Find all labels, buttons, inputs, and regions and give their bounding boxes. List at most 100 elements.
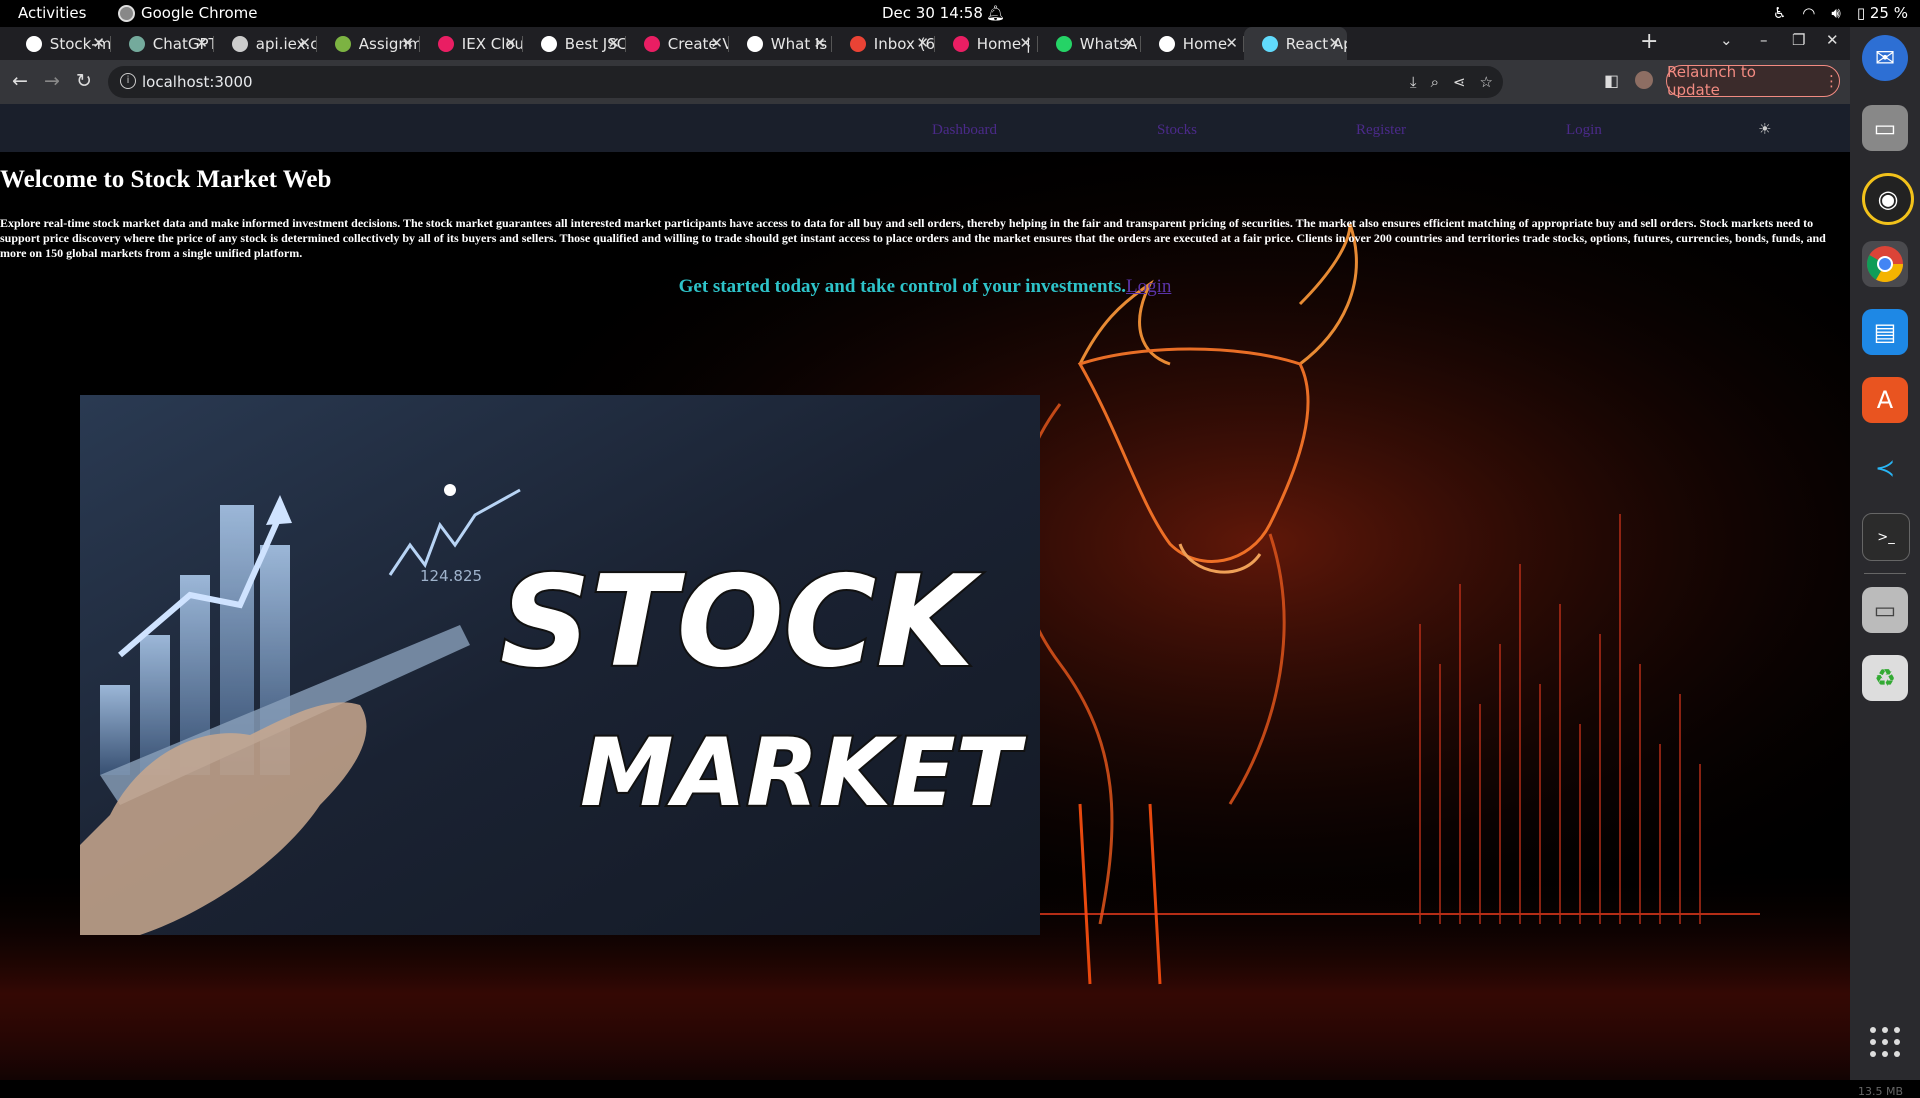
battery-icon: ▯	[1856, 4, 1866, 22]
browser-tab[interactable]: ChatGPT ✕	[111, 27, 214, 60]
bookmark-star-icon[interactable]: ☆	[1480, 73, 1493, 91]
browser-tab[interactable]: api.iex.c ✕	[214, 27, 317, 60]
memory-label: 13.5 MB	[1858, 1085, 1904, 1098]
relaunch-label: Relaunch to update	[1667, 63, 1756, 99]
theme-toggle-sun-icon[interactable]: ☀	[1758, 120, 1771, 138]
whatsapp-icon	[1056, 35, 1072, 52]
wordpress-icon	[747, 35, 763, 52]
tab-close-icon[interactable]: ✕	[607, 34, 620, 52]
side-panel-icon[interactable]: ◧	[1604, 71, 1619, 90]
relaunch-button[interactable]: Relaunch to update ⋮	[1666, 63, 1840, 99]
stock-market-banner-image: 124.825 STOCK MARKET	[80, 395, 1040, 935]
browser-toolbar: ← → ↻ i localhost:3000 ⤓ ⌕ ⋖ ☆ ◧ Relaunc…	[0, 60, 1850, 104]
globe-icon	[232, 35, 248, 52]
clock[interactable]: Dec 30 14:58	[882, 4, 983, 22]
thunderbird-icon[interactable]: ✉	[1862, 35, 1908, 81]
tab-search-icon[interactable]: ⌄	[1720, 31, 1733, 49]
chrome-icon	[118, 4, 135, 22]
tab-strip: Stock-m ✕ ChatGPT ✕ api.iex.c ✕ Assignm ✕ IEX Cl…	[0, 27, 1850, 60]
nav-register-link[interactable]: Register	[1356, 122, 1406, 139]
share-icon[interactable]: ⋖	[1453, 73, 1466, 91]
maximize-icon[interactable]: ❐	[1792, 31, 1805, 49]
iex-icon	[438, 35, 454, 52]
hero-description: Explore real-time stock market data and …	[0, 216, 1826, 260]
site-info-icon[interactable]: i	[120, 73, 136, 89]
browser-tab[interactable]: Best JSC ✕	[523, 27, 626, 60]
tab-close-icon[interactable]: ✕	[813, 34, 826, 52]
trash-icon[interactable]: ♻	[1862, 655, 1908, 701]
browser-tab[interactable]: Assignm ✕	[317, 27, 420, 60]
page-title: Welcome to Stock Market Web	[0, 166, 332, 193]
tab-close-icon[interactable]: ✕	[401, 34, 414, 52]
tab-close-icon[interactable]: ✕	[710, 34, 723, 52]
tab-close-icon[interactable]: ✕	[1225, 34, 1238, 52]
browser-tab[interactable]: Inbox (6 ✕	[832, 27, 935, 60]
assignment-icon	[335, 35, 351, 52]
create-icon	[644, 35, 660, 52]
banner-stock-text: STOCK	[500, 548, 982, 695]
browser-tab[interactable]: IEX Clou ✕	[420, 27, 523, 60]
chatgpt-icon	[129, 35, 145, 52]
browser-tab[interactable]: What Is ✕	[729, 27, 832, 60]
tab-close-icon[interactable]: ✕	[92, 34, 105, 52]
tab-close-icon[interactable]: ✕	[195, 34, 208, 52]
chrome-dock-icon[interactable]	[1862, 241, 1908, 287]
react-icon	[1262, 35, 1278, 52]
notification-bell-icon[interactable]: 🔔︎	[986, 4, 1005, 22]
system-tray[interactable]: ♿︎ ◠ 🔊︎ ▯ 25 %	[1773, 4, 1908, 22]
tab-close-icon[interactable]: ✕	[916, 34, 929, 52]
tab-close-icon[interactable]: ✕	[298, 34, 311, 52]
browser-tab[interactable]: Home ✕	[1141, 27, 1244, 60]
nav-stocks-link[interactable]: Stocks	[1157, 122, 1197, 139]
back-icon[interactable]: ←	[12, 70, 28, 92]
forward-icon[interactable]: →	[44, 70, 60, 92]
nav-login-link[interactable]: Login	[1566, 122, 1602, 139]
volume-icon[interactable]: 🔊︎	[1831, 4, 1840, 22]
software-center-icon[interactable]: A	[1862, 377, 1908, 423]
browser-tab[interactable]: Home | ✕	[935, 27, 1038, 60]
terminal-icon[interactable]: >_	[1862, 513, 1910, 561]
profile-avatar[interactable]	[1635, 71, 1654, 89]
call-to-action: Get started today and take control of yo…	[0, 276, 1850, 298]
rhythmbox-icon[interactable]: ◉	[1862, 173, 1914, 225]
show-apps-icon[interactable]	[1870, 1027, 1900, 1057]
reload-icon[interactable]: ↻	[76, 70, 92, 92]
files-icon[interactable]: ▭	[1862, 105, 1908, 151]
tab-close-icon[interactable]: ✕	[1019, 34, 1032, 52]
close-window-icon[interactable]: ✕	[1826, 31, 1839, 49]
browser-tab[interactable]: Create V ✕	[626, 27, 729, 60]
web-page: Dashboard Stocks Register Login ☀ Welcom…	[0, 104, 1850, 1080]
zoom-icon[interactable]: ⌕	[1431, 73, 1439, 91]
url-text[interactable]: localhost:3000	[142, 73, 253, 91]
app-name: Google Chrome	[141, 4, 258, 22]
wifi-icon[interactable]: ◠	[1802, 4, 1815, 22]
tab-close-icon[interactable]: ✕	[504, 34, 517, 52]
address-bar[interactable]: i localhost:3000 ⤓ ⌕ ⋖ ☆	[108, 66, 1503, 98]
minimize-icon[interactable]: –	[1760, 31, 1768, 49]
writer-icon[interactable]: ▤	[1862, 309, 1908, 355]
battery-indicator[interactable]: ▯ 25 %	[1857, 4, 1908, 22]
tab-close-icon[interactable]: ✕	[1328, 34, 1341, 52]
cb-icon	[541, 35, 557, 52]
app-menu[interactable]: Google Chrome	[118, 4, 258, 22]
home-icon	[953, 35, 969, 52]
new-tab-button[interactable]: +	[1640, 29, 1658, 54]
vscode-icon[interactable]: ≺	[1862, 445, 1908, 491]
browser-tab[interactable]: React Ap ✕	[1244, 27, 1347, 60]
nav-dashboard-link[interactable]: Dashboard	[932, 122, 997, 139]
drive-icon[interactable]: ▭	[1862, 587, 1908, 633]
dock-separator	[1864, 573, 1906, 574]
cta-login-link[interactable]: Login	[1126, 276, 1171, 297]
hand-icon	[1159, 35, 1175, 52]
browser-tab[interactable]: Stock-m ✕	[8, 27, 111, 60]
dock: ✉ ▭ ◉ ▤ A ≺ >_ ▭ ♻ 13.5 MB	[1850, 27, 1920, 1098]
site-navbar: Dashboard Stocks Register Login ☀	[0, 104, 1850, 152]
install-icon[interactable]: ⤓	[1410, 73, 1417, 91]
more-menu-icon: ⋮	[1824, 72, 1839, 90]
gmail-icon	[850, 35, 866, 52]
ticker-value-text: 124.825	[420, 567, 482, 585]
browser-tab[interactable]: WhatsA ✕	[1038, 27, 1141, 60]
tab-close-icon[interactable]: ✕	[1122, 34, 1135, 52]
activities-button[interactable]: Activities	[18, 4, 86, 22]
accessibility-icon[interactable]: ♿︎	[1773, 4, 1786, 22]
